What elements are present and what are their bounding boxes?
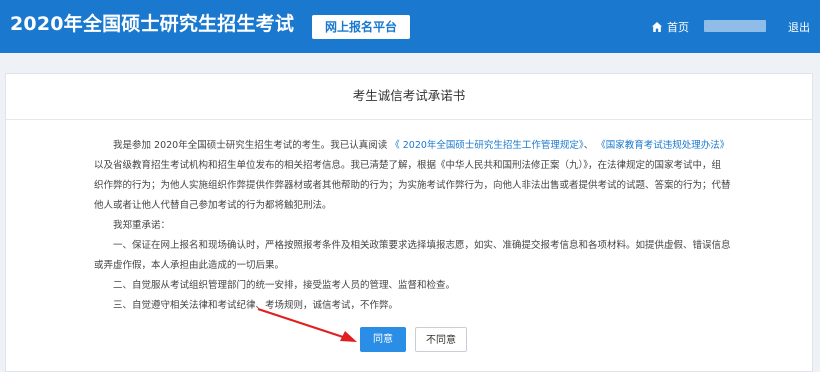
red-arrow-icon — [257, 307, 357, 342]
